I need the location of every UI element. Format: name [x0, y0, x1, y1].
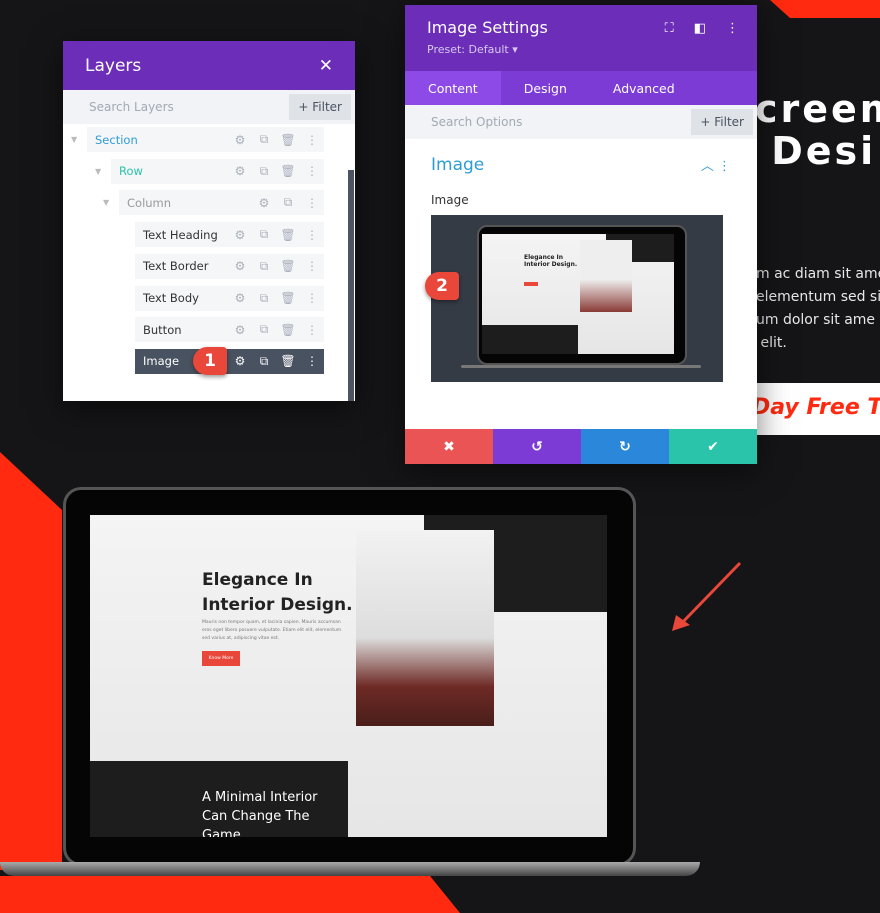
image-field-label: Image	[431, 193, 469, 207]
layer-item[interactable]: Image ⚙ ⧉ 🗑 ⋮	[135, 348, 324, 374]
gear-icon[interactable]: ⚙	[228, 133, 252, 147]
duplicate-icon[interactable]: ⧉	[252, 132, 276, 147]
gear-icon[interactable]: ⚙	[228, 291, 252, 305]
search-options-input[interactable]: Search Options + Filter	[405, 105, 757, 139]
trash-icon[interactable]: 🗑	[276, 259, 300, 273]
preview-screen: Elegance In Interior Design.	[482, 234, 674, 354]
layer-item[interactable]: Row ⚙ ⧉ 🗑 ⋮	[111, 158, 324, 184]
mockup-body: Mauris non tempor quam, et lacinia sapie…	[202, 620, 342, 641]
laptop-base	[0, 862, 700, 876]
layer-label: Section	[95, 132, 138, 147]
more-icon[interactable]: ⋮	[726, 21, 739, 36]
trash-icon[interactable]: 🗑	[276, 291, 300, 305]
layer-item[interactable]: Column ⚙ ⧉ ⋮	[119, 190, 324, 216]
filter-button[interactable]: + Filter	[289, 94, 351, 120]
layer-item[interactable]: Text Heading ⚙ ⧉ 🗑 ⋮	[135, 222, 324, 248]
laptop-screen: Elegance In Interior Design. Mauris non …	[90, 515, 607, 837]
duplicate-icon[interactable]: ⧉	[252, 259, 276, 274]
sidebar-icon[interactable]: ◧	[694, 21, 706, 36]
layer-label: Text Heading	[143, 227, 218, 242]
layer-item[interactable]: Text Body ⚙ ⧉ 🗑 ⋮	[135, 285, 324, 311]
cta-banner[interactable]: Day Free T	[752, 383, 880, 435]
collapse-icon[interactable]: ▼	[103, 198, 109, 207]
mockup-button: Know More	[202, 651, 240, 666]
duplicate-icon[interactable]: ⧉	[252, 227, 276, 242]
mockup-caption: A Minimal Interior Can Change The Game.	[202, 790, 318, 837]
gear-icon[interactable]: ⚙	[228, 323, 252, 337]
duplicate-icon[interactable]: ⧉	[252, 164, 276, 179]
layer-label: Text Body	[143, 291, 199, 305]
gear-icon[interactable]: ⚙	[228, 164, 252, 178]
step-badge-2: 2	[425, 272, 459, 300]
collapse-icon[interactable]: ▼	[71, 135, 77, 144]
duplicate-icon[interactable]: ⧉	[252, 322, 276, 337]
trash-icon[interactable]: 🗑	[276, 133, 300, 147]
search-placeholder: Search Layers	[89, 100, 174, 114]
filter-button[interactable]: + Filter	[691, 109, 753, 135]
search-layers-input[interactable]: Search Layers + Filter	[63, 90, 355, 124]
gear-icon[interactable]: ⚙	[252, 196, 276, 210]
cta-text: Day Free T	[752, 395, 880, 420]
layer-item[interactable]: Text Border ⚙ ⧉ 🗑 ⋮	[135, 253, 324, 279]
trash-icon[interactable]: 🗑	[276, 354, 300, 368]
tab-advanced[interactable]: Advanced	[590, 71, 698, 105]
hero-heading: creem Desi	[755, 87, 880, 173]
undo-button[interactable]: ↺	[493, 429, 581, 464]
chevron-up-icon[interactable]: ︿	[701, 159, 714, 174]
tab-design[interactable]: Design	[501, 71, 590, 105]
more-icon[interactable]: ⋮	[300, 354, 324, 368]
layer-label: Column	[127, 195, 172, 210]
duplicate-icon[interactable]: ⧉	[276, 195, 300, 210]
mockup-heading: Elegance In Interior Design.	[202, 570, 353, 615]
layer-label: Text Border	[143, 259, 209, 274]
layer-item[interactable]: Section ⚙ ⧉ 🗑 ⋮	[87, 127, 324, 152]
gear-icon[interactable]: ⚙	[228, 354, 252, 368]
gear-icon[interactable]: ⚙	[228, 259, 252, 273]
layer-label: Row	[119, 164, 143, 179]
cancel-button[interactable]: ✖	[405, 429, 493, 464]
layer-label: Button	[143, 322, 182, 337]
fullscreen-icon[interactable]: ⛶	[665, 21, 674, 36]
image-upload-preview[interactable]: Elegance In Interior Design.	[431, 215, 723, 382]
preset-dropdown[interactable]: Preset: Default ▾	[427, 43, 735, 56]
more-icon[interactable]: ⋮	[300, 291, 324, 305]
image-settings-panel: Image Settings Preset: Default ▾ ⛶ ◧ ⋮ Con…	[405, 5, 757, 464]
more-icon[interactable]: ⋮	[300, 196, 324, 210]
more-icon[interactable]: ⋮	[300, 259, 324, 273]
save-button[interactable]: ✔	[669, 429, 757, 464]
arrow	[676, 561, 742, 629]
search-placeholder: Search Options	[431, 115, 523, 129]
gear-icon[interactable]: ⚙	[228, 228, 252, 242]
duplicate-icon[interactable]: ⧉	[252, 354, 276, 369]
step-badge-1: 1	[193, 347, 227, 375]
layers-scrollbar[interactable]	[348, 170, 354, 401]
more-icon[interactable]: ⋮	[718, 159, 731, 174]
duplicate-icon[interactable]: ⧉	[252, 291, 276, 306]
close-icon[interactable]: ✕	[319, 56, 333, 76]
more-icon[interactable]: ⋮	[300, 133, 324, 147]
section-title[interactable]: Image	[431, 155, 484, 175]
more-icon[interactable]: ⋮	[300, 323, 324, 337]
bedroom-photo	[356, 530, 494, 726]
layers-panel: Layers ✕ Search Layers + Filter Section ⚙ ⧉ 🗑…	[63, 41, 355, 401]
more-icon[interactable]: ⋮	[300, 228, 324, 242]
collapse-icon[interactable]: ▼	[95, 167, 101, 176]
trash-icon[interactable]: 🗑	[276, 228, 300, 242]
tab-content[interactable]: Content	[405, 71, 501, 105]
redo-button[interactable]: ↻	[581, 429, 669, 464]
hero-paragraph: m ac diam sit ame elementum sed sit um d…	[756, 266, 880, 351]
more-icon[interactable]: ⋮	[300, 164, 324, 178]
layers-title: Layers	[85, 55, 142, 76]
trash-icon[interactable]: 🗑	[276, 323, 300, 337]
trash-icon[interactable]: 🗑	[276, 164, 300, 178]
layer-item[interactable]: Button ⚙ ⧉ 🗑 ⋮	[135, 317, 324, 343]
